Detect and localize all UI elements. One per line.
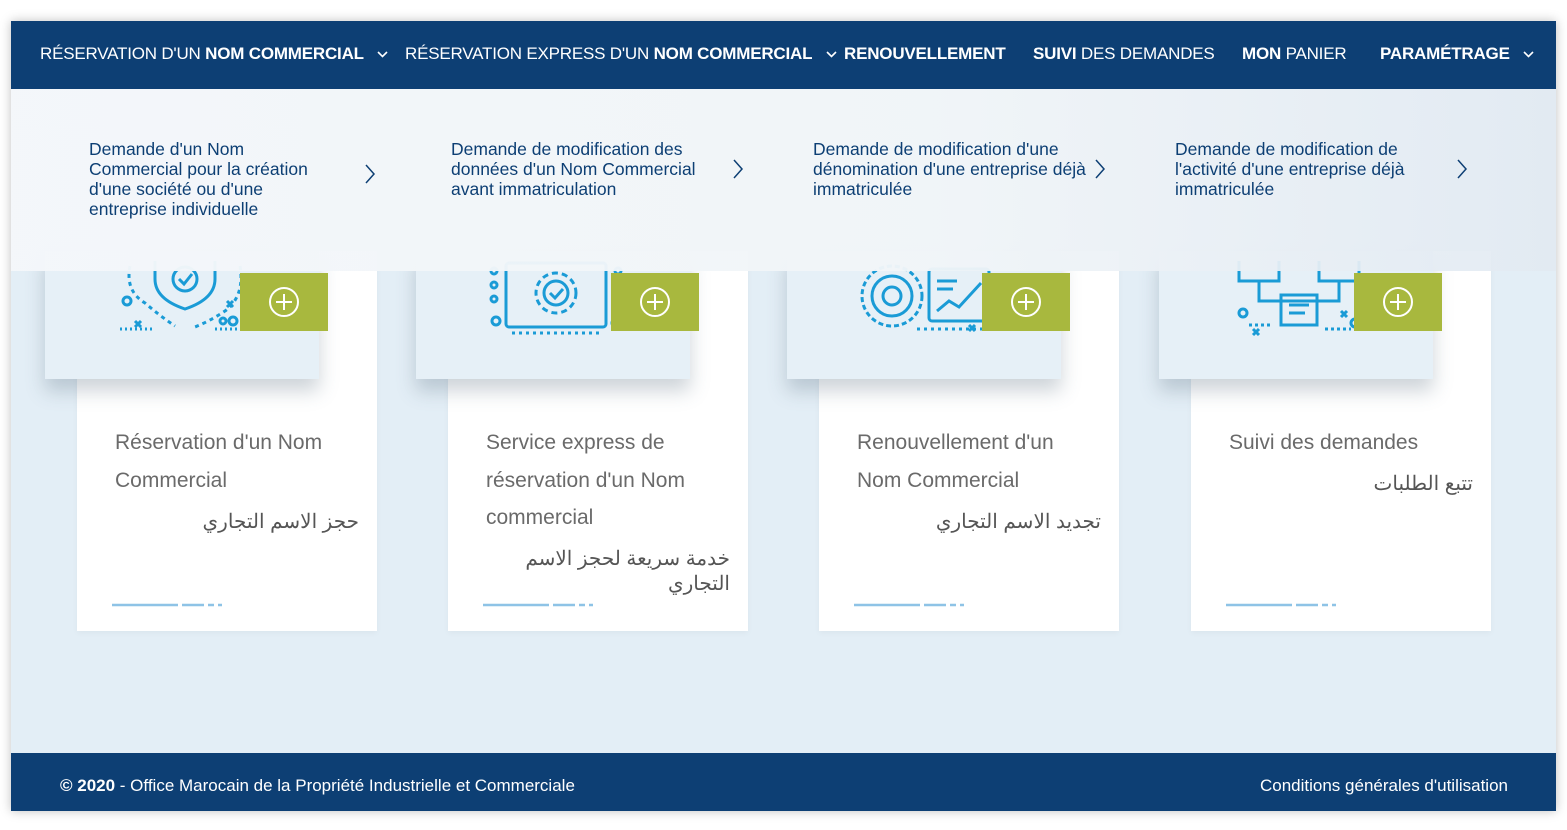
dropdown-item-creation[interactable]: Demande d'un Nom Commercial pour la créa…: [89, 139, 379, 219]
nav-item-reservation[interactable]: RÉSERVATION D'UN NOM COMMERCIAL: [40, 21, 388, 89]
add-button[interactable]: [611, 273, 699, 331]
card-title: Réservation d'un Nom Commercial: [115, 431, 323, 492]
card-title-arabic: تجديد الاسم التجاري: [935, 511, 1101, 533]
card-title-arabic: خدمة سريعة لحجز الاسم التجاري: [525, 548, 730, 595]
card-title-arabic: تتبع الطلبات: [1373, 473, 1473, 495]
nav-item-mon-panier[interactable]: MON PANIER: [1242, 21, 1347, 89]
service-card-reservation-express[interactable]: Service express de réservation d'un Nom …: [416, 251, 748, 631]
nav-item-reservation-express[interactable]: RÉSERVATION EXPRESS D'UN NOM COMMERCIAL: [405, 21, 837, 89]
dropdown-item-modification-activite[interactable]: Demande de modification de l'activité d'…: [1175, 139, 1467, 199]
chevron-right-icon: [365, 164, 375, 184]
dropdown-item-modification-donnees[interactable]: Demande de modification des données d'un…: [451, 139, 743, 199]
card-title: Renouvellement d'un Nom Commercial: [857, 431, 1054, 492]
gear-chart-illustration-icon: [860, 264, 991, 333]
decorative-lines: [854, 603, 964, 607]
chevron-down-icon: [1523, 51, 1534, 58]
add-button[interactable]: [240, 273, 328, 331]
screen-refresh-check-illustration-icon: [489, 261, 623, 335]
card-title: Suivi des demandes: [1229, 431, 1419, 454]
plus-circle-icon: [1011, 287, 1041, 317]
plus-circle-icon: [640, 287, 670, 317]
decorative-lines: [112, 603, 222, 607]
dropdown-menu: Demande d'un Nom Commercial pour la créa…: [11, 89, 1556, 271]
shield-check-illustration-icon: [120, 261, 245, 331]
top-navigation: RÉSERVATION D'UN NOM COMMERCIAL RÉSERVAT…: [11, 21, 1556, 89]
chevron-down-icon: [377, 51, 388, 58]
decorative-lines: [483, 603, 593, 607]
service-card-renouvellement[interactable]: Renouvellement d'un Nom Commercial تجديد…: [787, 251, 1119, 631]
card-title: Service express de réservation d'un Nom …: [486, 431, 685, 529]
copyright-notice: © 2020 - Office Marocain de la Propriété…: [60, 776, 575, 795]
app-window: RÉSERVATION D'UN NOM COMMERCIAL RÉSERVAT…: [11, 21, 1556, 811]
service-card-suivi[interactable]: Suivi des demandes تتبع الطلبات: [1159, 251, 1491, 631]
nav-item-renouvellement[interactable]: RENOUVELLEMENT: [844, 21, 1006, 89]
plus-circle-icon: [269, 287, 299, 317]
nav-item-suivi-demandes[interactable]: SUIVI DES DEMANDES: [1033, 21, 1215, 89]
dropdown-item-modification-denomination[interactable]: Demande de modification d'une dénominati…: [813, 139, 1105, 199]
terms-link[interactable]: Conditions générales d'utilisation: [1260, 753, 1508, 811]
plus-circle-icon: [1383, 287, 1413, 317]
footer: © 2020 - Office Marocain de la Propriété…: [11, 753, 1556, 811]
flow-diagram-illustration-icon: [1237, 261, 1361, 337]
decorative-lines: [1226, 603, 1336, 607]
nav-item-parametrage[interactable]: PARAMÉTRAGE: [1380, 21, 1534, 89]
service-card-reservation[interactable]: Réservation d'un Nom Commercial حجز الاس…: [45, 251, 377, 631]
add-button[interactable]: [982, 273, 1070, 331]
chevron-right-icon: [1095, 159, 1105, 179]
chevron-down-icon: [826, 51, 837, 58]
card-title-arabic: حجز الاسم التجاري: [202, 511, 359, 533]
chevron-right-icon: [1457, 159, 1467, 179]
add-button[interactable]: [1354, 273, 1442, 331]
chevron-right-icon: [733, 159, 743, 179]
